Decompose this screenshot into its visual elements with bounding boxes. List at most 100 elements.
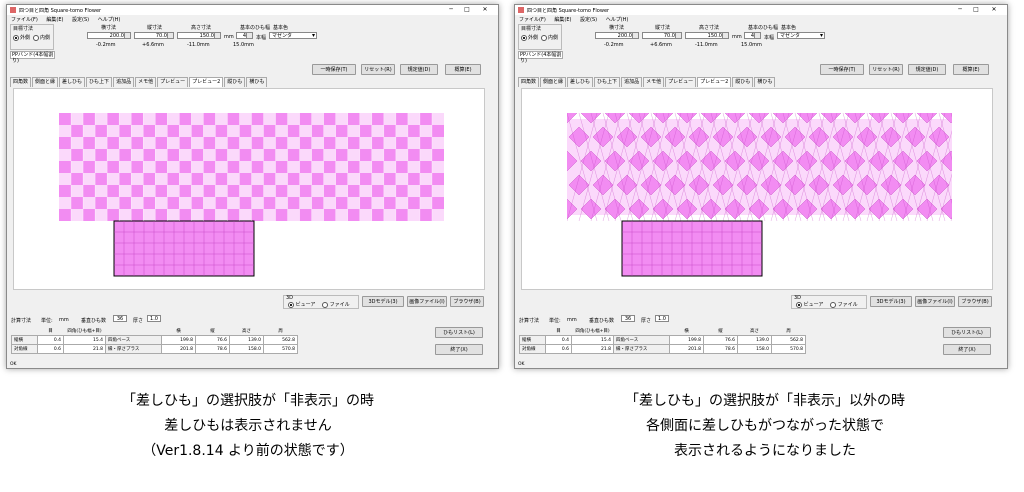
menu-file[interactable]: ファイル(F) (11, 17, 38, 23)
strip-list-button[interactable]: ひもリスト(L) (435, 327, 483, 338)
tab-vertical-strips[interactable]: 縦ひも (224, 77, 246, 87)
strip-width-input[interactable]: 4 (744, 32, 761, 39)
vertical-count-input[interactable]: 36 (621, 315, 635, 322)
tab-insert-strips[interactable]: 差しひも (59, 77, 86, 87)
menu-settings[interactable]: 設定(S) (580, 17, 597, 23)
title-bar: 四つ目と四角 Square-tomo Flower ─ □ ✕ (7, 5, 498, 15)
tab-memo[interactable]: メモ他 (135, 77, 157, 87)
outline-button[interactable]: 概算(E) (445, 64, 481, 75)
menu-edit[interactable]: 編集(E) (554, 17, 571, 23)
height-input[interactable]: 150.0 (685, 32, 729, 39)
height-input[interactable]: 150.0 (177, 32, 221, 39)
tab-sides[interactable]: 側面と縁 (32, 77, 59, 87)
image-file-button[interactable]: 画像ファイル(I) (407, 296, 447, 307)
viewer-radio[interactable]: ビューア (288, 301, 315, 308)
strip-width-label: 基本のひも幅 (748, 25, 779, 31)
menu-help[interactable]: ヘルプ(H) (98, 17, 121, 23)
weave-cell (167, 125, 180, 137)
cell-height: 139.0 (229, 335, 264, 345)
weave-cell (167, 161, 180, 173)
tab-horizontal-strips[interactable]: 横ひも (754, 77, 776, 87)
tab-additions[interactable]: 追加品 (621, 77, 643, 87)
tab-preview[interactable]: プレビュー (157, 77, 189, 87)
weave-cell (227, 149, 240, 161)
weave-cell (251, 209, 264, 221)
tab-squares[interactable]: 四角数 (10, 77, 32, 87)
tab-memo[interactable]: メモ他 (643, 77, 665, 87)
tab-additions[interactable]: 追加品 (113, 77, 135, 87)
outer-radio[interactable]: 外側 (13, 34, 30, 41)
minimize-icon[interactable]: ─ (953, 5, 967, 15)
viewer-radio[interactable]: ビューア (796, 301, 823, 308)
minimize-icon[interactable]: ─ (444, 5, 458, 15)
tab-vertical-strips[interactable]: 縦ひも (732, 77, 754, 87)
color-select[interactable]: マゼンタ (777, 32, 825, 39)
image-file-button[interactable]: 画像ファイル(I) (915, 296, 955, 307)
reset-button[interactable]: リセット(R) (361, 64, 395, 75)
tab-preview[interactable]: プレビュー (665, 77, 697, 87)
strip-width-input[interactable]: 4 (236, 32, 253, 39)
preview-canvas[interactable] (13, 88, 485, 290)
weave-cell (155, 185, 168, 197)
weave-cell (155, 173, 168, 185)
tab-strip: 四角数 側面と縁 差しひも ひも上下 追加品 メモ他 プレビュー プレビュー2 … (518, 77, 776, 87)
file-radio[interactable]: ファイル (830, 301, 858, 308)
weave-cell (119, 209, 132, 221)
tab-preview2[interactable]: プレビュー2 (189, 77, 224, 87)
menu-settings[interactable]: 設定(S) (72, 17, 89, 23)
reset-button[interactable]: リセット(R) (869, 64, 903, 75)
defaults-button[interactable]: 規定値(D) (400, 64, 438, 75)
model-3d-button[interactable]: 3Dモデル(3) (870, 296, 912, 307)
weave-cell (59, 209, 72, 221)
weave-cell (323, 113, 336, 125)
band-type-field[interactable]: PPバンド(4本幅割り) (10, 51, 55, 64)
temp-save-button[interactable]: 一時保存(T) (312, 64, 356, 75)
vertical-count-label: 垂直ひも数 (589, 318, 615, 324)
tab-strip-updown[interactable]: ひも上下 (86, 77, 113, 87)
file-radio[interactable]: ファイル (322, 301, 350, 308)
browser-button[interactable]: ブラウザ(B) (450, 296, 484, 307)
weave-cell (191, 125, 204, 137)
model-3d-button[interactable]: 3Dモデル(3) (362, 296, 404, 307)
menu-file[interactable]: ファイル(F) (519, 17, 546, 23)
outline-button[interactable]: 概算(E) (953, 64, 989, 75)
width-input[interactable]: 200.0 (595, 32, 639, 39)
close-icon[interactable]: ✕ (478, 5, 492, 15)
defaults-button[interactable]: 規定値(D) (908, 64, 946, 75)
outer-radio[interactable]: 外側 (521, 34, 538, 41)
close-icon[interactable]: ✕ (987, 5, 1001, 15)
tab-preview2[interactable]: プレビュー2 (697, 77, 732, 87)
inner-radio[interactable]: 内側 (541, 34, 558, 41)
tab-insert-strips[interactable]: 差しひも (567, 77, 594, 87)
thickness-label: 厚さ (641, 318, 652, 324)
depth-input[interactable]: 70.0 (642, 32, 682, 39)
band-type-field[interactable]: PPバンド(4本幅割り) (518, 51, 563, 64)
browser-button[interactable]: ブラウザ(B) (958, 296, 992, 307)
maximize-icon[interactable]: □ (969, 5, 983, 15)
maximize-icon[interactable]: □ (460, 5, 474, 15)
weave-cell (383, 137, 396, 149)
exit-button[interactable]: 終了(X) (435, 344, 483, 355)
weave-cell (83, 209, 96, 221)
weave-cell (335, 137, 348, 149)
menu-edit[interactable]: 編集(E) (46, 17, 63, 23)
tab-horizontal-strips[interactable]: 横ひも (246, 77, 268, 87)
tab-sides[interactable]: 側面と縁 (540, 77, 567, 87)
vertical-count-input[interactable]: 36 (113, 315, 127, 322)
tab-strip-updown[interactable]: ひも上下 (594, 77, 621, 87)
tab-squares[interactable]: 四角数 (518, 77, 540, 87)
exit-button[interactable]: 終了(X) (943, 344, 991, 355)
color-select[interactable]: マゼンタ (269, 32, 317, 39)
thickness-input[interactable]: 1.0 (655, 315, 669, 322)
temp-save-button[interactable]: 一時保存(T) (820, 64, 864, 75)
preview-canvas[interactable] (521, 88, 993, 290)
weave-cell (299, 209, 312, 221)
depth-input[interactable]: 70.0 (134, 32, 174, 39)
menu-help[interactable]: ヘルプ(H) (606, 17, 629, 23)
width-input[interactable]: 200.0 (87, 32, 131, 39)
thickness-input[interactable]: 1.0 (147, 315, 161, 322)
weave-cell (95, 173, 108, 185)
strip-list-button[interactable]: ひもリスト(L) (943, 327, 991, 338)
weave-cell (347, 125, 360, 137)
inner-radio[interactable]: 内側 (33, 34, 50, 41)
